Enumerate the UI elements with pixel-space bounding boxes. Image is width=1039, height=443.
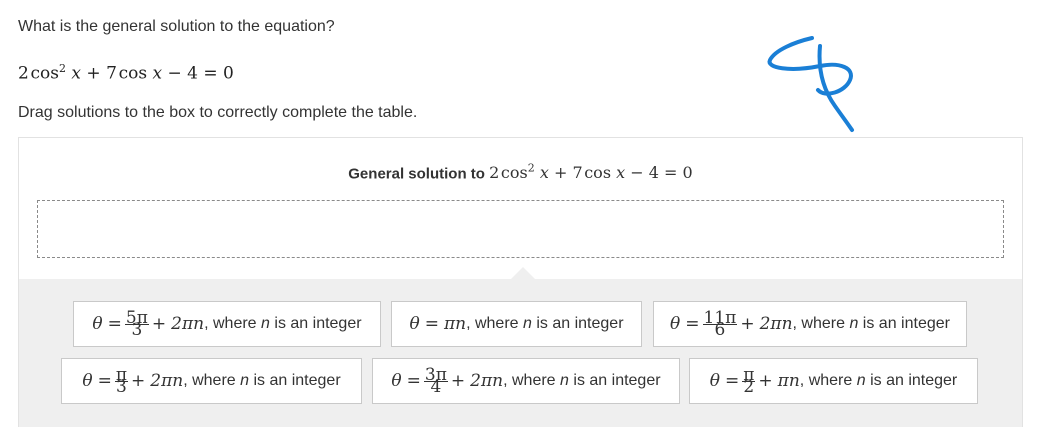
question-text: What is the general solution to the equa…	[18, 18, 335, 35]
table-title: General solution to 2 cos2 x + 7 cos x −…	[348, 162, 693, 183]
answer-tile[interactable]: θ = 5π 3 +2πn, where n is an integer	[73, 301, 381, 347]
answer-tile[interactable]: θ = πn, where n is an integer	[391, 301, 642, 347]
equation: 2 cos2 x + 7 cos x − 4 = 0	[18, 62, 234, 84]
answer-tile[interactable]: θ = 11π 6 +2πn, where n is an integer	[653, 301, 967, 347]
answer-tile[interactable]: θ = π3 +2πn, where n is an integer	[61, 358, 362, 404]
answer-drop-zone[interactable]	[37, 200, 1004, 258]
table-section: General solution to 2 cos2 x + 7 cos x −…	[19, 138, 1022, 279]
pen-scribble-icon	[767, 36, 854, 132]
answer-tile[interactable]: θ = 3π 4 +2πn, where n is an integer	[372, 358, 680, 404]
answer-tile[interactable]: θ = π2 + πn, where n is an integer	[689, 358, 978, 404]
tray-notch	[511, 267, 535, 279]
instruction-text: Drag solutions to the box to correctly c…	[18, 104, 418, 121]
